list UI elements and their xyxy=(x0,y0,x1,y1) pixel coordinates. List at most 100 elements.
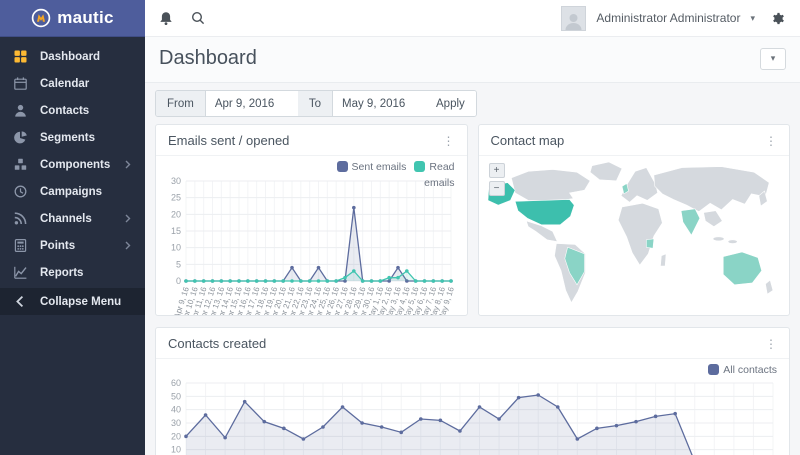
sidebar-nav: Dashboard Calendar Contacts Segments Compone… xyxy=(0,37,145,315)
widgets-row: Emails sent / opened ⋮ Sent emailsRead e… xyxy=(155,124,790,316)
to-label: To xyxy=(298,91,333,116)
chevron-right-icon xyxy=(125,241,131,250)
topbar-right: Administrator Administrator ▾ xyxy=(561,6,786,31)
contacts-chart-legend: All contacts xyxy=(700,363,777,379)
svg-text:15: 15 xyxy=(171,226,181,236)
sidebar-item-components[interactable]: Components xyxy=(0,151,145,178)
emails-chart: 051015202530Apr 9, 16Apr 10, 16Apr 11, 1… xyxy=(164,176,459,316)
notifications-bell-icon[interactable] xyxy=(159,11,173,26)
chart-svg: 0102030405060 xyxy=(164,379,781,455)
country-india[interactable] xyxy=(681,209,700,235)
svg-text:20: 20 xyxy=(171,209,181,219)
country-indonesia-2 xyxy=(727,240,736,244)
contacts-created-body: All contacts 0102030405060 xyxy=(156,359,789,455)
mautic-logo[interactable]: mautic xyxy=(0,0,145,37)
chevron-right-icon xyxy=(125,160,131,169)
legend-item[interactable]: Read emails xyxy=(406,161,454,189)
sidebar-item-contacts[interactable]: Contacts xyxy=(0,97,145,124)
contact-map-header: Contact map ⋮ xyxy=(479,125,790,156)
sidebar-item-label: Points xyxy=(40,240,125,252)
sidebar-item-label: Segments xyxy=(40,132,131,144)
emails-widget-body: Sent emailsRead emails 051015202530Apr 9… xyxy=(156,156,467,316)
sidebar-item-label: Contacts xyxy=(40,105,131,117)
svg-text:10: 10 xyxy=(171,243,181,253)
legend-item[interactable]: All contacts xyxy=(700,364,777,376)
content: From To Apply Emails sent / opened ⋮ Sen… xyxy=(145,83,800,455)
rss-icon xyxy=(14,212,27,225)
collapse-menu-label: Collapse Menu xyxy=(40,296,131,308)
country-greenland xyxy=(590,162,622,181)
svg-text:0: 0 xyxy=(176,276,181,286)
world-map: + − xyxy=(487,159,782,314)
collapse-menu-button[interactable]: Collapse Menu xyxy=(0,288,145,315)
country-indonesia xyxy=(712,237,723,241)
country-se-asia xyxy=(703,211,722,227)
sidebar-item-label: Components xyxy=(40,159,125,171)
chevron-right-icon xyxy=(125,214,131,223)
dashboard-grid-icon xyxy=(14,50,27,63)
sidebar-item-campaigns[interactable]: Campaigns xyxy=(0,178,145,205)
legend-swatch xyxy=(708,364,719,375)
date-from-input[interactable] xyxy=(206,91,298,116)
legend-item[interactable]: Sent emails xyxy=(329,161,407,173)
search-icon[interactable] xyxy=(191,11,205,25)
world-map-svg xyxy=(487,159,787,314)
emails-widget-title: Emails sent / opened xyxy=(168,133,289,148)
sidebar-item-points[interactable]: Points xyxy=(0,232,145,259)
emails-chart-legend: Sent emailsRead emails xyxy=(305,160,455,192)
contact-map-body: + − xyxy=(479,156,790,314)
svg-text:40: 40 xyxy=(171,405,181,415)
country-africa xyxy=(618,203,662,265)
contacts-created-header: Contacts created ⋮ xyxy=(156,328,789,359)
country-united-states[interactable] xyxy=(515,199,574,224)
user-menu-caret-icon[interactable]: ▾ xyxy=(750,13,755,24)
emails-widget: Emails sent / opened ⋮ Sent emailsRead e… xyxy=(155,124,468,316)
calendar-icon xyxy=(14,77,27,90)
country-kenya[interactable] xyxy=(646,239,654,248)
sidebar-item-label: Calendar xyxy=(40,78,131,90)
avatar[interactable] xyxy=(561,6,586,31)
calculator-icon xyxy=(14,239,27,252)
chevron-left-icon xyxy=(14,295,27,308)
emails-widget-menu-icon[interactable]: ⋮ xyxy=(443,135,455,147)
contact-map-title: Contact map xyxy=(491,133,565,148)
user-menu[interactable]: Administrator Administrator xyxy=(596,11,740,25)
country-australia[interactable] xyxy=(723,252,761,285)
main-column: Administrator Administrator ▾ Dashboard … xyxy=(145,0,800,455)
sidebar-item-segments[interactable]: Segments xyxy=(0,124,145,151)
sidebar-item-reports[interactable]: Reports xyxy=(0,259,145,286)
apply-button[interactable]: Apply xyxy=(425,91,476,116)
svg-text:5: 5 xyxy=(176,259,181,269)
map-zoom-out-button[interactable]: − xyxy=(489,181,505,196)
date-filter: From To Apply xyxy=(155,90,477,117)
date-to-input[interactable] xyxy=(333,91,425,116)
sidebar-item-dashboard[interactable]: Dashboard xyxy=(0,43,145,70)
campaign-clock-icon xyxy=(14,185,27,198)
user-icon xyxy=(14,104,27,117)
pie-chart-icon xyxy=(14,131,27,144)
svg-text:30: 30 xyxy=(171,418,181,428)
page-title: Dashboard xyxy=(159,47,257,70)
line-chart-icon xyxy=(14,266,27,279)
contacts-created-menu-icon[interactable]: ⋮ xyxy=(765,338,777,350)
sidebar-item-channels[interactable]: Channels xyxy=(0,205,145,232)
map-zoom-in-button[interactable]: + xyxy=(489,163,505,178)
sidebar-item-label: Channels xyxy=(40,213,125,225)
country-new-zealand xyxy=(765,280,773,294)
components-icon xyxy=(14,158,27,171)
dashboard-options-button[interactable]: ▾ xyxy=(760,48,786,70)
country-canada xyxy=(511,169,590,201)
map-zoom-controls: + − xyxy=(489,163,505,196)
emails-widget-header: Emails sent / opened ⋮ xyxy=(156,125,467,156)
page-header: Dashboard ▾ xyxy=(145,37,800,83)
sidebar-item-calendar[interactable]: Calendar xyxy=(0,70,145,97)
svg-text:25: 25 xyxy=(171,193,181,203)
legend-swatch xyxy=(414,161,425,172)
sidebar-item-label: Campaigns xyxy=(40,186,131,198)
contacts-created-widget: Contacts created ⋮ All contacts 01020304… xyxy=(155,327,790,455)
country-madagascar xyxy=(660,254,666,266)
contact-map-menu-icon[interactable]: ⋮ xyxy=(765,135,777,147)
sidebar-item-label: Dashboard xyxy=(40,51,131,63)
country-asia xyxy=(653,167,768,212)
settings-gear-icon[interactable] xyxy=(771,11,786,26)
